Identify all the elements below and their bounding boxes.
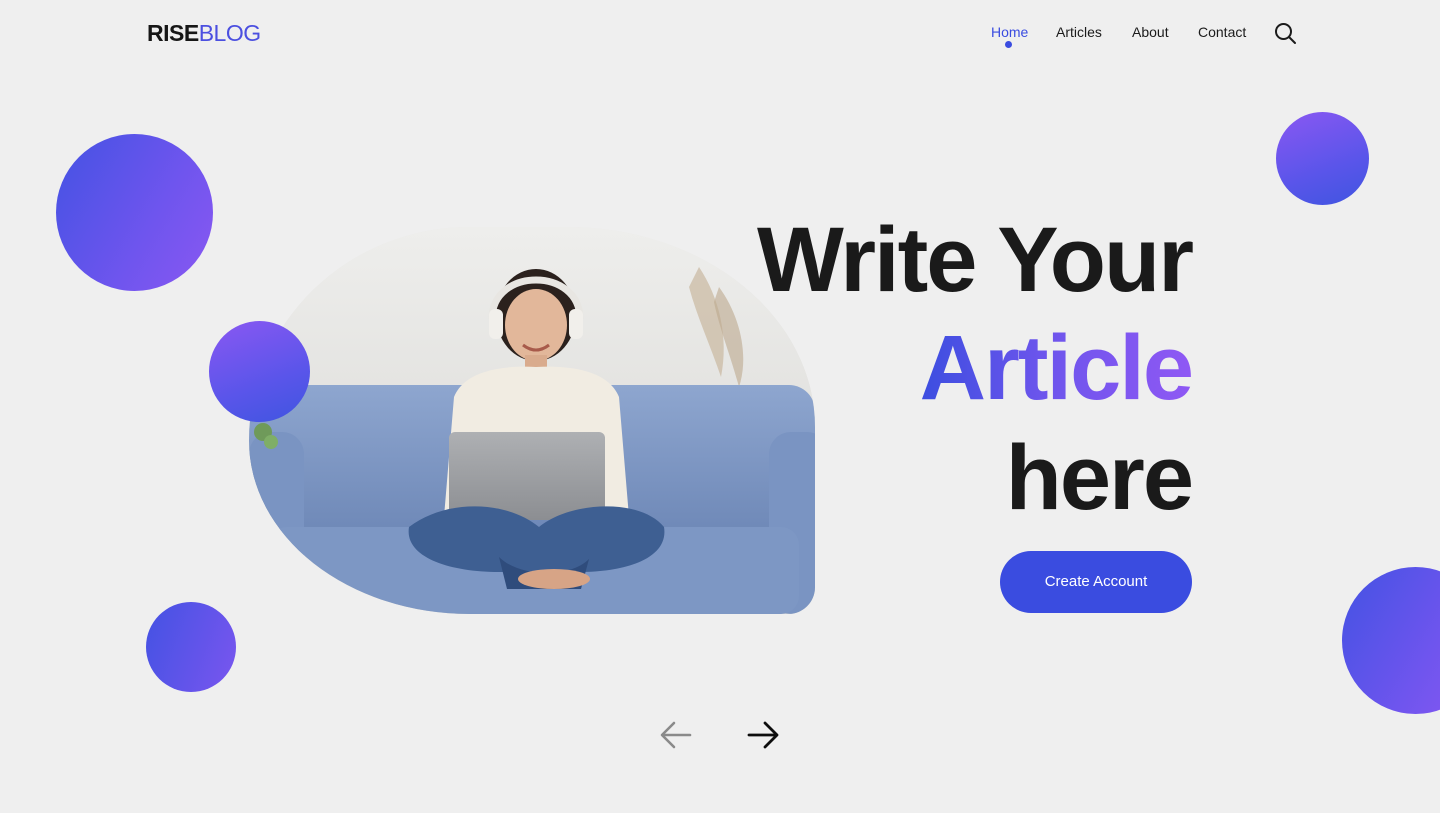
active-nav-indicator — [1005, 41, 1012, 48]
nav-item-articles[interactable]: Articles — [1056, 23, 1102, 41]
nav-item-about[interactable]: About — [1132, 23, 1169, 41]
headline-line-3: here — [1005, 427, 1194, 529]
create-account-button[interactable]: Create Account — [1000, 551, 1192, 613]
headline-line-2: Article — [919, 317, 1194, 419]
nav-item-home[interactable]: Home — [991, 23, 1028, 41]
decorative-circle-large-left — [56, 134, 213, 291]
arrow-left-icon[interactable] — [657, 716, 695, 754]
decorative-circle-overlap — [209, 321, 310, 422]
site-logo[interactable]: RISEBLOG — [147, 19, 261, 47]
hero-photo — [249, 227, 815, 614]
decorative-circle-bottom-right — [1342, 567, 1440, 714]
headline-line-1: Write Your — [757, 209, 1194, 311]
decorative-circle-top-right — [1276, 112, 1369, 205]
search-icon[interactable] — [1273, 21, 1297, 45]
logo-part-blog: BLOG — [198, 20, 261, 46]
headline-accent-word: Article — [919, 317, 1194, 419]
decorative-circle-bottom-left — [146, 602, 236, 692]
arrow-right-icon[interactable] — [744, 716, 782, 754]
nav-item-contact[interactable]: Contact — [1198, 23, 1246, 41]
logo-part-rise: RISE — [147, 20, 199, 46]
